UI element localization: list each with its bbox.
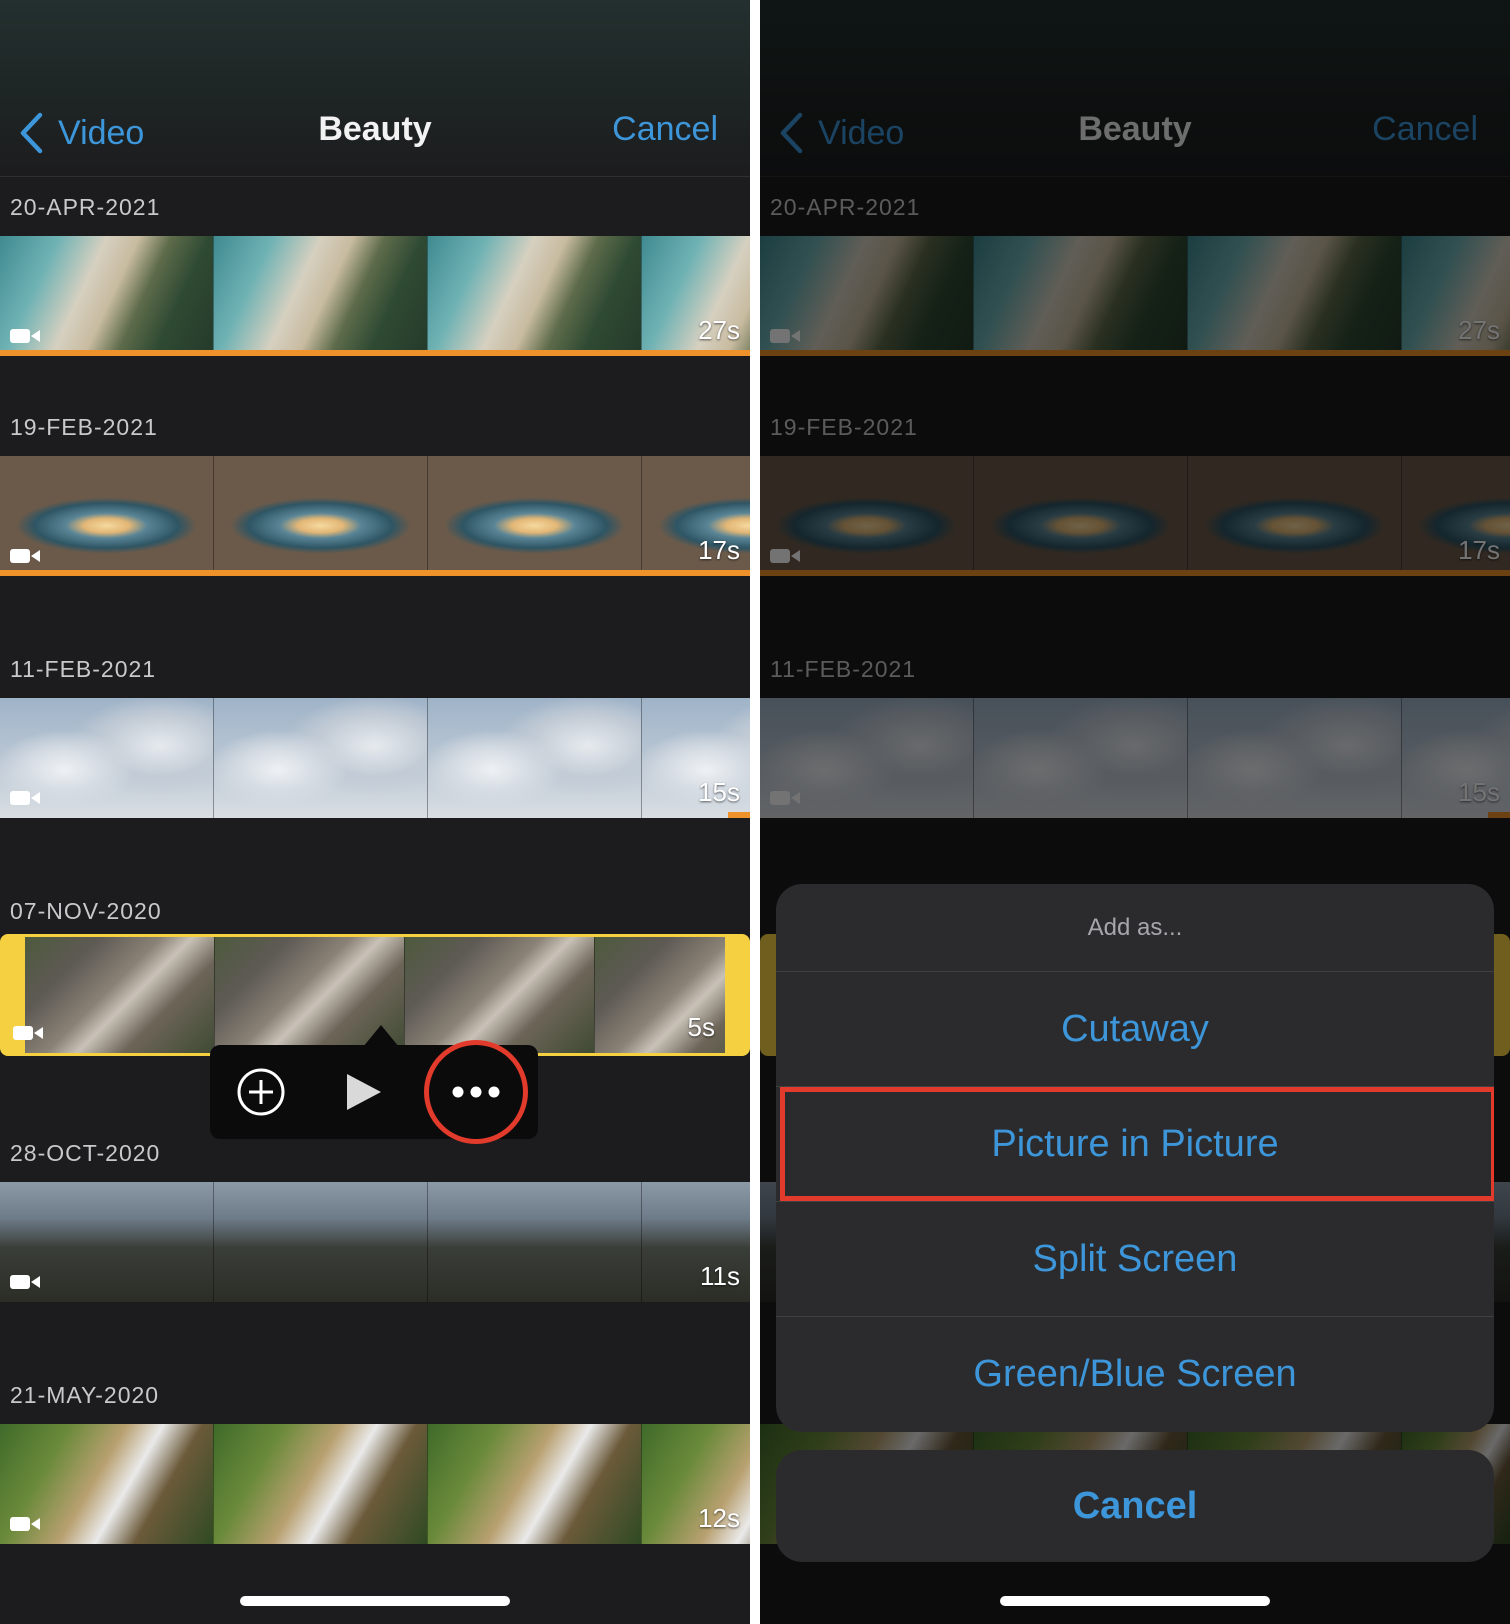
highlight-ring — [424, 1040, 528, 1144]
cancel-button[interactable]: Cancel — [612, 110, 718, 149]
home-indicator — [240, 1596, 510, 1606]
clip-duration: 15s — [698, 777, 740, 807]
clip-action-popover — [210, 1040, 538, 1144]
home-indicator — [1000, 1596, 1270, 1606]
clip-strip[interactable]: 27s — [0, 236, 750, 356]
navigation-bar: Video Beauty Cancel — [0, 0, 750, 177]
more-options-button[interactable] — [424, 1040, 528, 1144]
section-date: 21-MAY-2020 — [10, 1382, 160, 1408]
clip-thumbnail — [214, 698, 428, 818]
option-split-screen[interactable]: Split Screen — [776, 1202, 1494, 1317]
clip-thumbnail — [214, 1182, 428, 1302]
add-as-action-sheet: Add as... Cutaway Picture in Picture Spl… — [776, 884, 1494, 1432]
clip-thumbnail — [214, 1424, 428, 1544]
clip-thumbnail — [214, 236, 428, 356]
option-label: Green/Blue Screen — [973, 1353, 1297, 1395]
clip-thumbnail — [428, 1182, 642, 1302]
plus-circle-icon — [237, 1068, 285, 1116]
video-camera-icon — [10, 1275, 40, 1289]
video-camera-icon — [10, 791, 40, 805]
chevron-left-icon — [20, 112, 43, 154]
clip-duration: 27s — [698, 315, 740, 345]
usage-bar — [0, 570, 750, 576]
usage-bar — [0, 350, 750, 356]
video-camera-icon — [10, 1517, 40, 1531]
clip-duration: 5s — [687, 1012, 715, 1042]
clip-strip[interactable]: 12s — [0, 1424, 750, 1544]
highlight-box — [780, 1087, 1494, 1201]
option-picture-in-picture[interactable]: Picture in Picture — [776, 1087, 1494, 1202]
cancel-label: Cancel — [1072, 1484, 1198, 1527]
section-date: 20-APR-2021 — [10, 194, 161, 220]
option-label: Cutaway — [1061, 1007, 1209, 1050]
action-sheet-header: Add as... — [776, 884, 1494, 972]
option-green-blue-screen[interactable]: Green/Blue Screen — [776, 1317, 1494, 1432]
clip-duration: 17s — [698, 535, 740, 565]
section-date: 11-FEB-2021 — [10, 656, 157, 682]
popover-arrow — [363, 1025, 399, 1047]
back-button[interactable]: Video — [18, 108, 144, 158]
option-cutaway[interactable]: Cutaway — [776, 972, 1494, 1087]
clip-thumbnail — [428, 698, 642, 818]
section-date: 19-FEB-2021 — [10, 414, 158, 440]
clip-strip[interactable]: 11s — [0, 1182, 750, 1302]
add-clip-button[interactable] — [226, 1057, 296, 1127]
section-date: 07-NOV-2020 — [10, 898, 162, 924]
back-label: Video — [58, 113, 145, 152]
clip-thumbnail — [428, 456, 642, 576]
clip-thumbnail — [428, 1424, 642, 1544]
right-panel: Video Beauty Cancel 20-APR-2021 27s 19-F… — [760, 0, 1510, 1624]
clip-thumbnail — [25, 937, 215, 1053]
option-label: Split Screen — [1032, 1237, 1238, 1280]
clip-thumbnail — [405, 937, 595, 1053]
action-sheet-cancel-button[interactable]: Cancel — [776, 1450, 1494, 1562]
video-camera-icon — [10, 549, 40, 563]
clip-duration: 12s — [698, 1503, 740, 1533]
usage-bar — [727, 812, 750, 818]
clip-thumbnail — [428, 236, 642, 356]
clip-thumbnail — [214, 456, 428, 576]
clip-strip[interactable]: 17s — [0, 456, 750, 576]
play-icon — [347, 1074, 381, 1110]
clip-duration: 11s — [700, 1261, 740, 1291]
video-camera-icon — [10, 329, 40, 343]
clip-strip[interactable]: 15s — [0, 698, 750, 818]
left-panel: Video Beauty Cancel 20-APR-2021 27s 19-F… — [0, 0, 750, 1624]
video-camera-icon — [13, 1026, 43, 1040]
section-date: 28-OCT-2020 — [10, 1140, 161, 1166]
play-button[interactable] — [328, 1057, 398, 1127]
